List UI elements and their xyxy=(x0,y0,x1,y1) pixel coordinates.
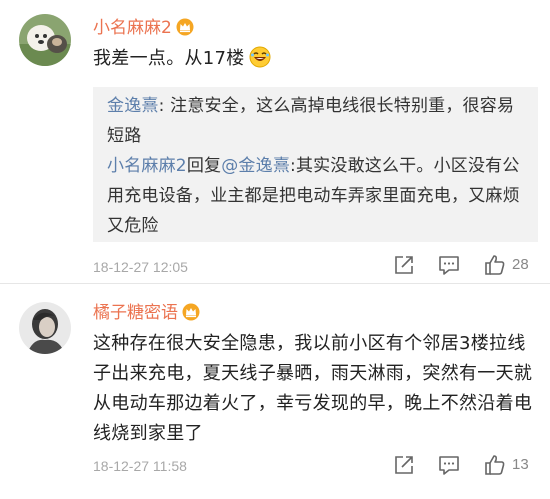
comment-icon[interactable] xyxy=(437,253,461,277)
comment-text: 我差一点。从17楼 xyxy=(93,44,540,78)
reply-item[interactable]: 小名麻麻2回复@金逸熹:其实没敢这么干。小区没有公用充电设备，业主都是把电动车弄… xyxy=(107,151,527,241)
avatar[interactable] xyxy=(19,14,71,66)
vip-crown-icon xyxy=(176,18,194,42)
avatar[interactable] xyxy=(19,302,71,354)
share-icon[interactable] xyxy=(392,253,416,277)
reply-username[interactable]: 金逸熹 xyxy=(107,96,159,116)
reply-username[interactable]: 小名麻麻2 xyxy=(107,156,187,176)
comment-item: 橘子糖密语 这种存在很大安全隐患，我以前小区有个邻居3楼拉线子出来充电，夏天线子… xyxy=(0,283,550,499)
comment-item: 小名麻麻2 我差一点。从17楼 金逸熹: 注意安全，这么高掉电线很长特别重，很容… xyxy=(0,0,550,283)
comment-text: 这种存在很大安全隐患，我以前小区有个邻居3楼拉线子出来充电，夏天线子暴晒，雨天淋… xyxy=(93,333,533,444)
username[interactable]: 小名麻麻2 xyxy=(93,17,194,42)
comment-icon[interactable] xyxy=(437,453,461,477)
reply-item[interactable]: 金逸熹: 注意安全，这么高掉电线很长特别重，很容易短路 xyxy=(107,91,527,151)
vip-crown-icon xyxy=(182,303,200,327)
thumbs-up-icon[interactable] xyxy=(483,253,507,277)
thumbs-up-icon[interactable] xyxy=(483,453,507,477)
username[interactable]: 橘子糖密语 xyxy=(93,302,200,327)
laughing-emoji-icon xyxy=(249,46,271,78)
reply-mention[interactable]: @金逸熹 xyxy=(221,156,290,176)
like-count: 13 xyxy=(512,456,529,473)
comment-actions: 13 xyxy=(0,453,550,477)
like-count: 28 xyxy=(512,256,529,273)
share-icon[interactable] xyxy=(392,453,416,477)
comment-actions: 28 xyxy=(0,253,550,277)
reply-list: 金逸熹: 注意安全，这么高掉电线很长特别重，很容易短路 小名麻麻2回复@金逸熹:… xyxy=(93,87,538,242)
